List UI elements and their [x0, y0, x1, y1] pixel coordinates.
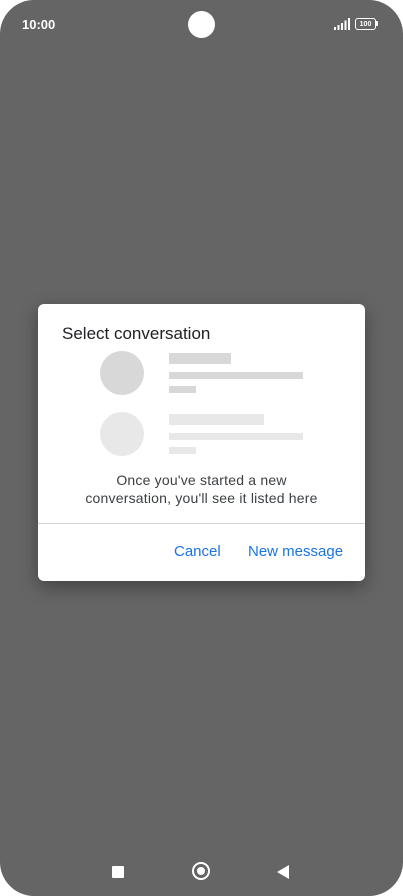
navigation-bar	[0, 850, 403, 896]
dialog-title: Select conversation	[62, 324, 211, 343]
phone-screen: 10:00 100 Select conversation Once you'v…	[0, 0, 403, 896]
placeholder-line	[169, 386, 196, 393]
status-bar: 10:00 100	[0, 0, 403, 48]
cancel-button[interactable]: Cancel	[174, 543, 221, 560]
status-time: 10:00	[22, 17, 56, 32]
front-camera	[188, 11, 215, 38]
battery-level: 100	[355, 18, 376, 30]
select-conversation-dialog: Select conversation Once you've started …	[38, 304, 365, 581]
dialog-divider	[38, 523, 365, 524]
signal-icon	[334, 18, 350, 30]
placeholder-line	[169, 447, 196, 454]
placeholder-line	[169, 433, 303, 440]
placeholder-line	[169, 372, 303, 379]
placeholder-line	[169, 414, 264, 425]
placeholder-avatar	[100, 351, 144, 395]
home-icon-dot	[197, 867, 205, 875]
recents-icon[interactable]	[112, 866, 124, 878]
new-message-button[interactable]: New message	[248, 543, 343, 560]
battery-tip	[376, 21, 378, 26]
empty-state-message: Once you've started a new conversation, …	[85, 472, 318, 506]
back-icon[interactable]	[277, 865, 289, 879]
placeholder-line	[169, 353, 231, 364]
home-icon[interactable]	[192, 862, 210, 880]
placeholder-avatar	[100, 412, 144, 456]
battery-icon: 100	[355, 18, 378, 30]
